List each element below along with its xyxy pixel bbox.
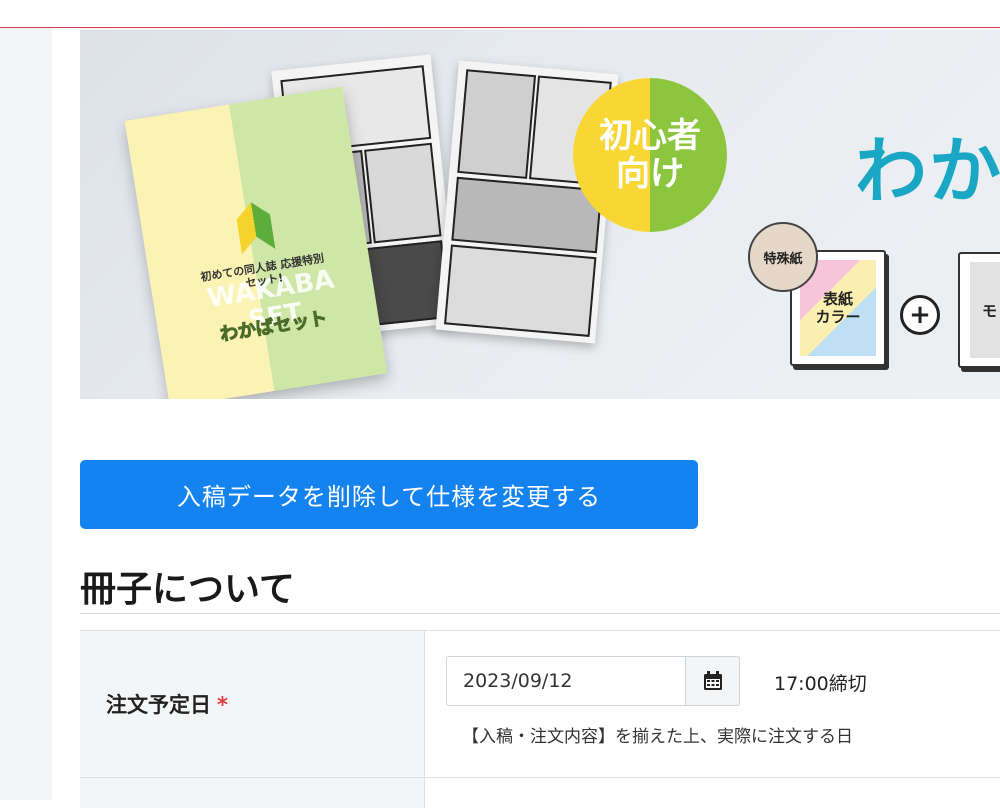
mono-icon-text: モ: [970, 262, 1000, 358]
wakaba-set-banner[interactable]: WAKABA SET 初めての同人誌 応援特別セット! わかばセット 初心者 向…: [80, 30, 1000, 399]
plus-icon: +: [900, 295, 940, 335]
order-date-label-text: 注文予定日: [106, 693, 211, 717]
banner-headline: わか: [855, 129, 1000, 213]
required-mark: *: [217, 693, 228, 717]
beginner-leaf-icon: [234, 200, 275, 255]
booklet-spec-table: 注文予定日* 17:00締切 【入稿・注文内容】を揃えた上、実際に注文する日: [80, 630, 1000, 808]
left-gutter: [0, 28, 52, 800]
cover-icon-line1: 表紙: [822, 290, 853, 308]
order-date-input[interactable]: [446, 656, 686, 706]
order-date-value-cell: 17:00締切 【入稿・注文内容】を揃えた上、実際に注文する日: [425, 631, 1000, 778]
special-paper-badge: 特殊紙: [748, 222, 818, 292]
cover-icon-line2: カラー: [815, 308, 861, 326]
order-date-note: 【入稿・注文内容】を揃えた上、実際に注文する日: [462, 727, 853, 747]
top-bar: [0, 0, 1000, 28]
next-row-label-cell: [80, 778, 425, 808]
beginner-badge-line1: 初心者: [599, 116, 701, 156]
order-deadline: 17:00締切: [774, 673, 867, 695]
section-divider: [80, 613, 1000, 614]
wakaba-set-cover: WAKABA SET 初めての同人誌 応援特別セット! わかばセット: [124, 86, 388, 399]
beginner-badge-line2: 向け: [616, 154, 684, 194]
mono-pages-icon: モ: [958, 252, 1000, 368]
calendar-icon: [703, 671, 722, 690]
calendar-button[interactable]: [686, 656, 740, 706]
order-date-label-cell: 注文予定日 *: [80, 631, 425, 778]
section-title: 冊子について: [80, 569, 295, 610]
order-date-label: 注文予定日 *: [106, 689, 228, 719]
beginner-badge: 初心者 向け: [573, 78, 727, 232]
delete-and-change-spec-button[interactable]: 入稿データを削除して仕様を変更する: [80, 460, 698, 529]
